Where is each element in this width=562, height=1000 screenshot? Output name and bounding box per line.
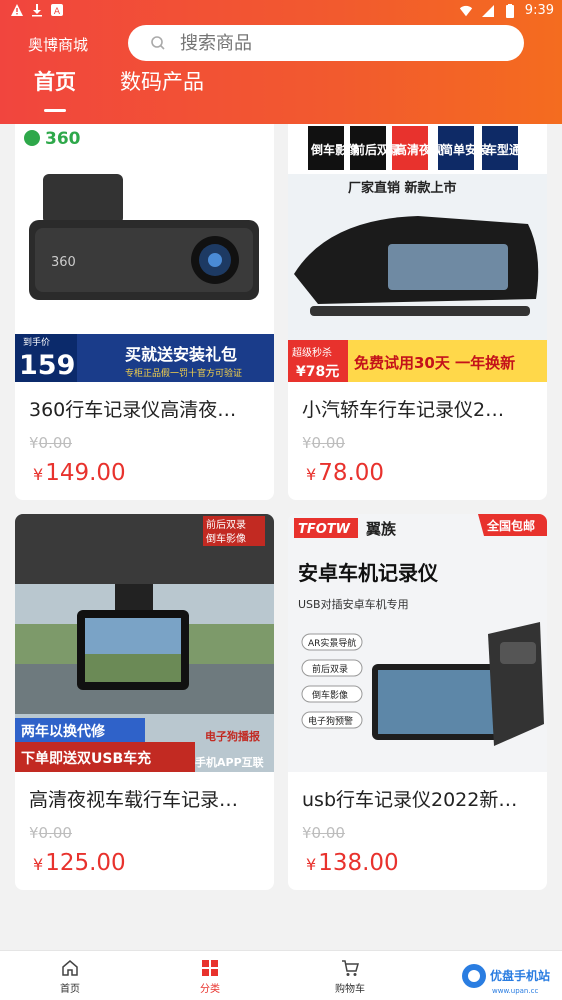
product-title[interactable]: 小汽轿车行车记录仪2…: [288, 382, 547, 422]
status-time: 9:39: [524, 3, 554, 18]
line2-text: 下单即送双USB车充: [21, 750, 151, 767]
store-name: 奥博商城: [28, 36, 89, 54]
category-icon: [202, 960, 218, 976]
tab-home[interactable]: 首页: [34, 66, 76, 112]
nav-category-label: 分类: [200, 984, 220, 995]
warning-icon: [11, 4, 23, 16]
svg-text:360: 360: [51, 255, 76, 270]
tag-text: 车型通用: [485, 142, 533, 157]
signal-icon: [481, 4, 494, 17]
feature-text: 倒车影像: [312, 689, 348, 701]
feature-text: 电子狗预警: [308, 715, 353, 727]
product-grid: 360 360 到手价 159 买就送安装礼包 专柜正品假一罚十官方可验证 36…: [15, 124, 547, 890]
nav-cart[interactable]: 购物车: [310, 958, 390, 995]
corner-text: 全国包邮: [486, 518, 535, 533]
watermark-text: 优盘手机站: [490, 968, 550, 983]
promo-tag: 超级秒杀: [292, 346, 332, 359]
search-bar[interactable]: [128, 25, 524, 61]
product-card[interactable]: TFOTW 翼族 全国包邮 安卓车机记录仪 USB对插安卓车机专用 AR实景导航…: [288, 514, 547, 890]
watermark-url: www.upan.cc: [492, 987, 538, 995]
feature-text: 前后双录: [312, 663, 348, 675]
nav-category[interactable]: 分类: [170, 958, 250, 995]
app-notification-icon: A: [51, 4, 63, 17]
product-title[interactable]: 360行车记录仪高清夜…: [15, 382, 274, 422]
original-price: ¥0.00: [302, 824, 345, 842]
banner-text: 免费试用30天 一年换新: [354, 354, 515, 372]
sale-price: ¥125.00: [33, 850, 126, 876]
brand-cn-text: 翼族: [365, 520, 397, 538]
watermark: 优盘手机站 www.upan.cc: [460, 958, 560, 998]
heading-text: 安卓车机记录仪: [298, 561, 439, 585]
label-top: 到手价: [23, 336, 50, 348]
search-input[interactable]: [180, 32, 480, 54]
battery-icon: [505, 3, 514, 18]
product-card[interactable]: 360 360 到手价 159 买就送安装礼包 专柜正品假一罚十官方可验证 36…: [15, 124, 274, 500]
tag-text: 前后双录: [353, 142, 401, 157]
corner-text: 前后双录: [206, 518, 246, 531]
tag-text: 高清夜视: [395, 142, 443, 157]
wifi-icon: [459, 5, 472, 16]
banner-sub: 专柜正品假一罚十官方可验证: [125, 367, 242, 379]
product-title[interactable]: 高清夜视车载行车记录…: [15, 772, 274, 812]
corner-text: 倒车影像: [206, 532, 246, 545]
tag-text: 简单安装: [441, 142, 489, 157]
right1-text: 电子狗播报: [205, 729, 261, 743]
original-price: ¥0.00: [29, 434, 72, 452]
product-image: 倒车影像 前后双录 高清夜视 简单安装 车型通用 厂家直销 新款上市 超级秒杀 …: [288, 124, 547, 382]
download-icon: [32, 4, 42, 17]
status-bar: A 9:39: [0, 0, 562, 22]
brand-text: 360: [45, 129, 81, 149]
nav-home[interactable]: 首页: [30, 958, 110, 995]
line1-text: 两年以换代修: [21, 723, 106, 740]
right2-text: 手机APP互联: [195, 755, 264, 769]
category-tabs: 首页 数码产品: [34, 66, 204, 112]
nav-cart-label: 购物车: [335, 984, 365, 995]
product-card[interactable]: 前后双录 倒车影像 两年以换代修 下单即送双USB车充 电子狗播报 手机APP互…: [15, 514, 274, 890]
product-image: 360 360 到手价 159 买就送安装礼包 专柜正品假一罚十官方可验证: [15, 124, 274, 382]
original-price: ¥0.00: [29, 824, 72, 842]
tab-digital[interactable]: 数码产品: [120, 66, 204, 112]
svg-text:A: A: [54, 7, 61, 17]
sub-text: USB对插安卓车机专用: [298, 597, 409, 611]
product-image: TFOTW 翼族 全国包邮 安卓车机记录仪 USB对插安卓车机专用 AR实景导航…: [288, 514, 547, 772]
original-price: ¥0.00: [302, 434, 345, 452]
home-icon: [62, 960, 78, 976]
sale-price: ¥149.00: [33, 460, 126, 486]
app-header: A 9:39 奥博商城 首页 数码产品: [0, 0, 562, 124]
brand-text: TFOTW: [298, 522, 351, 537]
product-title[interactable]: usb行车记录仪2022新…: [288, 772, 547, 812]
label-price: 159: [19, 350, 75, 381]
search-icon: [151, 36, 165, 50]
promo-price: ¥78元: [296, 364, 339, 380]
slogan-text: 厂家直销 新款上市: [348, 180, 457, 196]
product-card[interactable]: 倒车影像 前后双录 高清夜视 简单安装 车型通用 厂家直销 新款上市 超级秒杀 …: [288, 124, 547, 500]
cart-icon: [342, 960, 359, 976]
nav-home-label: 首页: [60, 984, 80, 995]
banner-text: 买就送安装礼包: [125, 345, 237, 364]
sale-price: ¥78.00: [306, 460, 385, 486]
feature-text: AR实景导航: [308, 637, 356, 649]
product-image: 前后双录 倒车影像 两年以换代修 下单即送双USB车充 电子狗播报 手机APP互…: [15, 514, 274, 772]
sale-price: ¥138.00: [306, 850, 399, 876]
